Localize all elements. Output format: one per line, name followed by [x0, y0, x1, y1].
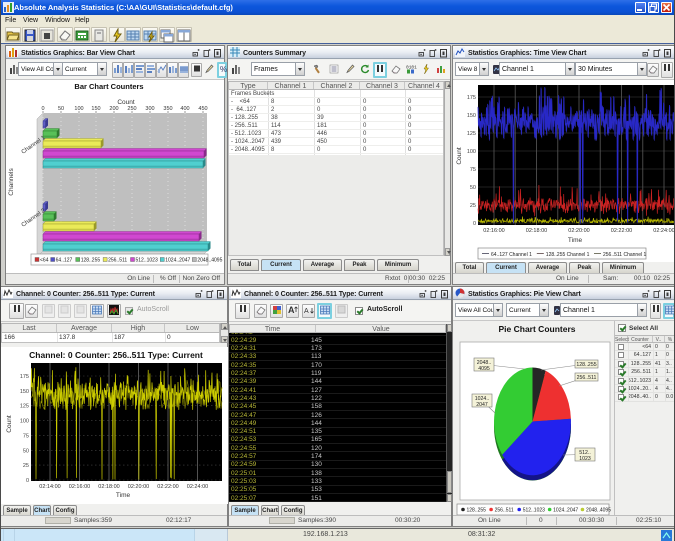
svg-text:0: 0 — [26, 478, 29, 484]
svg-text:02:16:00: 02:16:00 — [69, 484, 90, 490]
svg-text:Bar Chart Counters: Bar Chart Counters — [74, 82, 143, 91]
svg-text:512..1023: 512..1023 — [523, 508, 545, 514]
svg-text:150: 150 — [467, 113, 476, 119]
svg-text:75: 75 — [23, 433, 29, 439]
svg-text:128..255 Channel 1: 128..255 Channel 1 — [546, 252, 590, 258]
svg-text:75: 75 — [470, 167, 476, 173]
svg-text:256..511: 256..511 — [495, 508, 514, 514]
svg-text:02:14:00: 02:14:00 — [39, 484, 60, 490]
svg-text:02:18:00: 02:18:00 — [526, 228, 547, 234]
svg-text:2048..4095: 2048..4095 — [586, 508, 611, 514]
svg-text:25: 25 — [470, 203, 476, 209]
svg-text:2047: 2047 — [476, 402, 488, 408]
svg-text:2048..4095: 2048..4095 — [197, 258, 222, 264]
svg-text:02:22:00: 02:22:00 — [157, 484, 178, 490]
svg-text:128..255: 128..255 — [576, 362, 596, 368]
svg-text:128..255: 128..255 — [81, 258, 101, 264]
svg-text:128..255: 128..255 — [467, 508, 487, 514]
svg-text:100: 100 — [20, 419, 29, 425]
svg-text:256..511 Channel 1: 256..511 Channel 1 — [603, 252, 646, 258]
svg-text:A: A — [304, 308, 309, 315]
svg-text:02:22:00: 02:22:00 — [611, 228, 632, 234]
svg-text:02:18:00: 02:18:00 — [98, 484, 119, 490]
svg-text:02:20:00: 02:20:00 — [568, 228, 589, 234]
svg-text:Time: Time — [116, 492, 131, 499]
svg-text:125: 125 — [20, 404, 29, 410]
svg-text:25: 25 — [23, 463, 29, 469]
svg-text:1023: 1023 — [579, 456, 591, 462]
svg-text:256..511: 256..511 — [108, 258, 127, 264]
svg-text:02:24:00: 02:24:00 — [187, 484, 208, 490]
svg-text:1024..2047: 1024..2047 — [553, 508, 578, 514]
svg-text:1024..2047: 1024..2047 — [165, 258, 190, 264]
svg-text:150: 150 — [20, 389, 29, 395]
svg-text:512..1023: 512..1023 — [136, 258, 158, 264]
svg-text:100: 100 — [467, 149, 476, 155]
svg-text:64..127: 64..127 — [56, 258, 73, 264]
svg-text:50: 50 — [470, 185, 476, 191]
svg-text:Channels: Channels — [8, 168, 15, 196]
svg-text:64..127 Channel 1: 64..127 Channel 1 — [491, 252, 532, 258]
svg-text:175: 175 — [20, 374, 29, 380]
svg-text:A: A — [288, 305, 295, 315]
svg-text:Pie Chart Counters: Pie Chart Counters — [499, 324, 576, 334]
svg-text:Time: Time — [568, 237, 583, 244]
svg-text:125: 125 — [467, 131, 476, 137]
svg-text:175: 175 — [467, 95, 476, 101]
svg-text:Count: Count — [456, 147, 463, 165]
svg-text:02:24:00: 02:24:00 — [653, 228, 674, 234]
svg-text:4095: 4095 — [478, 366, 490, 372]
svg-text:02:16:00: 02:16:00 — [483, 228, 504, 234]
svg-text:256..511: 256..511 — [577, 375, 597, 381]
svg-text:0: 0 — [473, 221, 476, 227]
svg-text:02:20:00: 02:20:00 — [128, 484, 149, 490]
svg-text:Count: Count — [117, 99, 135, 106]
svg-text:50: 50 — [23, 448, 29, 454]
svg-text:Channel: 0 Counter: 256..511: Channel: 0 Counter: 256..511 Type: Curre… — [29, 350, 203, 360]
svg-text:<64: <64 — [40, 258, 49, 264]
svg-text:Count: Count — [6, 415, 13, 433]
